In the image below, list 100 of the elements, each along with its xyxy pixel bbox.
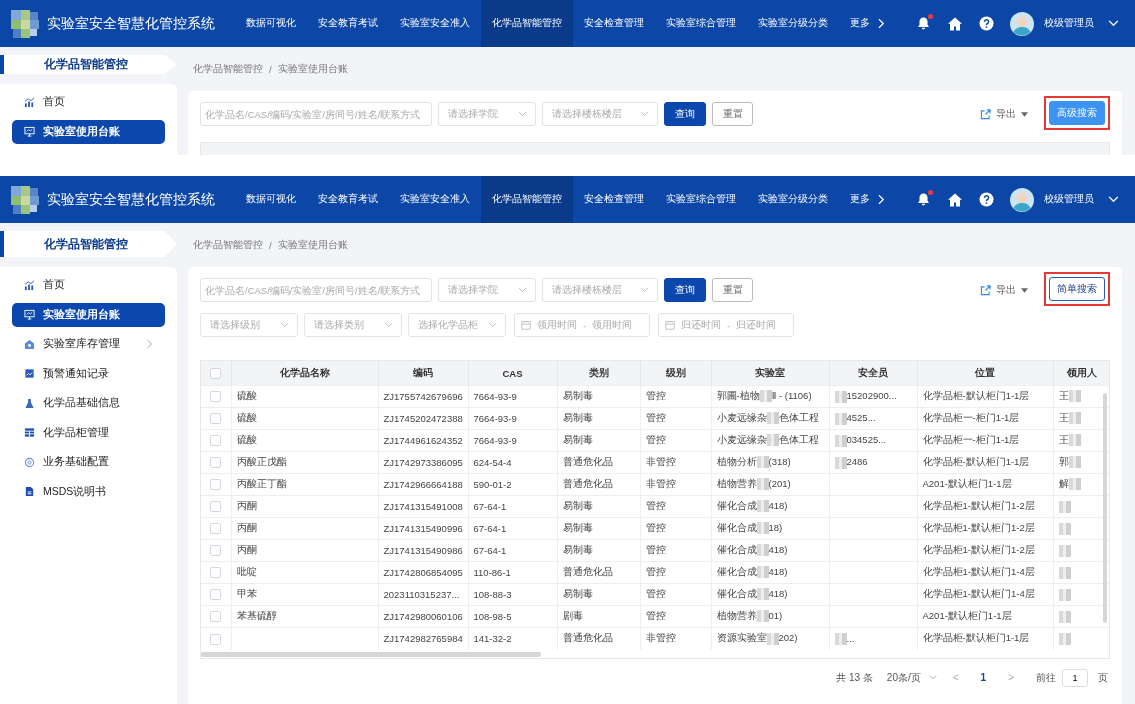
table-cell: 2023110315237... [378,583,468,606]
mosaic-blur [1068,434,1081,447]
chevron-down-icon[interactable] [1108,20,1119,27]
query-button[interactable]: 查询 [664,278,706,302]
avatar[interactable] [1010,11,1034,36]
nav-tab[interactable]: 化学品智能管控 [481,0,573,47]
sidebar-item[interactable]: 首页 [12,273,165,297]
chevron-down-icon[interactable] [1108,196,1119,203]
sidebar-item[interactable]: 实验室使用台账 [12,119,165,144]
mosaic-blur [1058,588,1071,601]
nav-tab[interactable]: 安全教育考试 [307,176,389,223]
checkbox[interactable] [210,501,222,513]
table-cell: 丙酮 [231,517,378,540]
checkbox[interactable] [210,633,222,645]
search-field[interactable]: 化学品名/CAS/编码/实验室/房间号/姓名/联系方式 [200,102,432,126]
nav-tab[interactable]: 安全检查管理 [573,0,655,47]
chevron-down-icon [280,322,289,328]
checkbox[interactable] [210,589,222,601]
table-cell: 非管控 [640,627,711,650]
checkbox[interactable] [210,611,222,623]
table-cell: 108-98-5 [468,605,557,628]
reset-button[interactable]: 重置 [712,102,753,126]
user-name[interactable]: 校级管理员 [1044,193,1094,206]
export-icon [980,109,991,120]
export-button[interactable]: 导出 [974,283,1034,298]
column-header: 领用人 [1053,361,1109,386]
sidebar-item[interactable]: 实验室使用台账 [12,302,165,327]
nav-tab[interactable]: 实验室综合管理 [655,0,747,47]
help-icon[interactable] [979,192,994,207]
home-icon[interactable] [947,15,963,32]
sidebar-item[interactable]: 化学品基础信息 [12,391,165,415]
sidebar-item[interactable]: 实验室库存管理 [12,332,165,356]
cell-text: 15202900... [846,390,897,402]
checkbox[interactable] [210,391,222,403]
query-button[interactable]: 查询 [664,102,706,126]
sidebar-item[interactable]: 首页 [12,90,165,114]
goto-label: 前往 [1036,670,1056,685]
sidebar-item[interactable]: 预警通知记录 [12,361,165,386]
checkbox[interactable] [210,457,222,469]
cell-text: 王 [1058,412,1069,423]
bell-icon[interactable] [916,192,931,207]
mosaic-blur [834,390,847,403]
nav-tab[interactable]: 数据可视化 [235,176,307,223]
house-icon [24,338,35,350]
table-cell: 硫酸 [231,429,378,452]
sidebar-item[interactable]: 业务基础配置 [12,450,165,474]
checkbox[interactable] [210,545,222,557]
nav-tab[interactable]: 实验室综合管理 [655,176,747,223]
table-cell: 甲苯 [231,583,378,606]
column-header: 化学品名称 [231,361,378,386]
mosaic-blur [756,566,769,579]
nav-tab[interactable]: 实验室安全准入 [389,0,481,47]
total-count: 共 13 条 [836,670,873,685]
checkbox[interactable] [210,523,222,535]
help-icon[interactable] [979,16,994,31]
cell-text: 034525... [846,434,887,446]
checkbox[interactable] [210,368,222,379]
table-cell: 硫酸 [231,407,378,430]
avatar[interactable] [1010,187,1034,212]
scrollbar[interactable] [1103,393,1107,623]
cell-text: (201) [768,478,791,489]
checkbox[interactable] [210,567,222,579]
mosaic-blur [756,544,769,557]
breadcrumb-link[interactable]: 化学品智能管控 [193,62,263,76]
search-mode-button[interactable]: 简单搜索 [1049,277,1105,301]
table-cell: 化学品柜-默认柜门1-1层 [917,385,1053,408]
checkbox[interactable] [210,479,222,491]
more-menu[interactable]: 更多 [839,0,896,47]
page-input[interactable]: 1 [1062,668,1088,687]
breadcrumb-link[interactable]: 化学品智能管控 [193,238,263,252]
sidebar-item[interactable]: 化学品柜管理 [12,420,165,445]
app-title: 实验室安全智慧化管控系统 [47,14,215,33]
page-size-select[interactable]: 20条/页 [886,670,937,685]
reset-button[interactable]: 重置 [712,278,753,302]
bell-icon[interactable] [916,16,931,31]
table-cell: 化学品柜1-默认柜门1-4层 [917,583,1053,606]
chevron-down-icon [518,287,527,293]
nav-tab[interactable]: 实验室分级分类 [747,0,839,47]
cell-text: 郭圃-植物 [716,390,760,401]
page-number[interactable]: 1 [974,672,993,683]
nav-tab[interactable]: 安全检查管理 [573,176,655,223]
nav-tab[interactable]: 安全教育考试 [307,0,389,47]
nav-tab[interactable]: 化学品智能管控 [481,176,573,223]
nav-tab[interactable]: 数据可视化 [235,0,307,47]
user-name[interactable]: 校级管理员 [1044,17,1094,30]
nav-tab[interactable]: 实验室分级分类 [747,176,839,223]
checkbox[interactable] [210,413,222,425]
cell-text: 催化合成 [716,522,757,533]
table-cell: A201-默认柜门1-1层 [917,473,1053,496]
search-field[interactable]: 化学品名/CAS/编码/实验室/房间号/姓名/联系方式 [200,278,432,302]
export-button[interactable]: 导出 [974,107,1034,122]
home-icon[interactable] [947,191,963,208]
more-menu[interactable]: 更多 [839,176,896,223]
logo-icon [11,9,39,38]
table-cell: 590-01-2 [468,473,557,496]
checkbox[interactable] [210,435,222,447]
sidebar-item[interactable]: MSDS说明书 [12,479,165,504]
cell-text: 202) [778,632,798,644]
scrollbar[interactable] [201,651,541,657]
nav-tab[interactable]: 实验室安全准入 [389,176,481,223]
